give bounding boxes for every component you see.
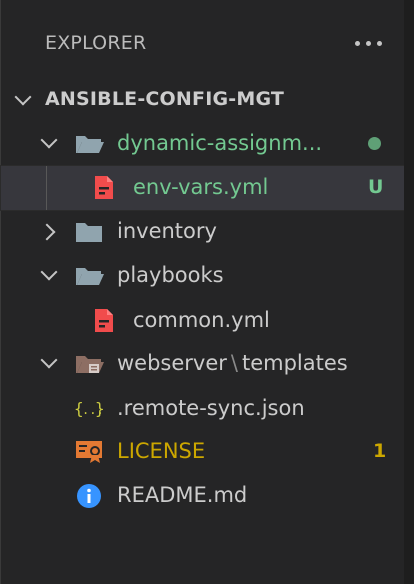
tree-item-label: .remote-sync.json [117, 396, 305, 420]
svg-text:}: } [95, 399, 104, 418]
tree-item-inventory[interactable]: inventory [1, 210, 405, 254]
indent-guide [46, 166, 47, 210]
license-icon [76, 441, 102, 463]
tree-item-remote-sync[interactable]: { ... } .remote-sync.json [1, 387, 405, 431]
folder-open-icon [76, 136, 104, 153]
chevron-right-icon [38, 223, 56, 241]
tree-item-label: inventory [117, 219, 217, 243]
chevron-down-icon [40, 131, 58, 149]
tree-item-label: dynamic-assignm... [117, 131, 323, 155]
chevron-down-icon [40, 263, 58, 281]
untracked-badge: U [368, 176, 384, 198]
tree-item-label: README.md [117, 483, 248, 507]
explorer-header: EXPLORER [1, 22, 405, 66]
tree-item-playbooks[interactable]: playbooks [1, 254, 405, 298]
yaml-file-icon [95, 309, 113, 332]
explorer-panel: EXPLORER ANSIBLE-CONFIG-MGT dynamic-assi… [0, 0, 406, 584]
tree-item-label: playbooks [117, 263, 224, 287]
tree-item-label: LICENSE [117, 439, 206, 463]
folder-open-icon [76, 268, 104, 285]
chevron-down-icon [40, 351, 58, 369]
info-icon [77, 484, 101, 508]
tree-item-license[interactable]: LICENSE 1 [1, 430, 405, 474]
ellipsis-icon[interactable] [355, 41, 383, 47]
yaml-file-icon [95, 176, 113, 199]
tree-item-label: common.yml [133, 308, 270, 332]
explorer-title: EXPLORER [45, 32, 147, 54]
path-segment-webserver: webserver [117, 351, 227, 375]
problems-count-badge: 1 [373, 440, 387, 462]
editor-edge [404, 0, 414, 584]
templates-folder-icon [76, 356, 104, 373]
chevron-down-icon [14, 88, 32, 106]
tree-item-label: webserver \ templates [117, 351, 348, 375]
path-segment-templates: templates [241, 351, 348, 375]
path-separator: \ [230, 351, 238, 375]
json-braces-icon: { ... } [74, 399, 104, 418]
folder-icon [76, 223, 102, 242]
workspace-section-header[interactable]: ANSIBLE-CONFIG-MGT [1, 80, 405, 122]
tree-item-dynamic-assignments[interactable]: dynamic-assignm... [1, 122, 405, 166]
tree-item-webserver-templates[interactable]: webserver \ templates [1, 342, 405, 386]
tree-item-label: env-vars.yml [133, 175, 269, 199]
modified-dot-icon [368, 137, 381, 150]
tree-item-env-vars[interactable]: env-vars.yml U [0, 165, 406, 211]
tree-item-common[interactable]: common.yml [1, 299, 405, 343]
tree-item-readme[interactable]: README.md [1, 474, 405, 518]
workspace-name: ANSIBLE-CONFIG-MGT [45, 88, 285, 110]
